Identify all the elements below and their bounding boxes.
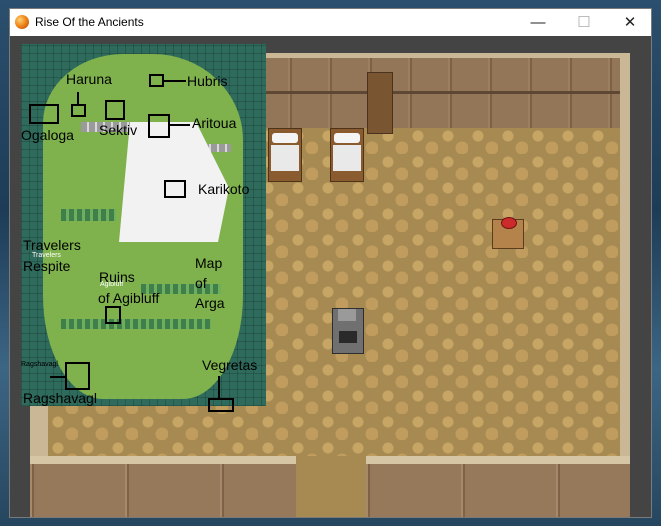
exit-path: [296, 456, 366, 517]
wooden-door: [367, 72, 393, 134]
world-map-overlay: Haruna Hubris Ogaloga Sektiv Aritoua Kar…: [21, 44, 266, 412]
map-label-vegretas: Vegretas: [202, 357, 258, 373]
minimize-button[interactable]: —: [515, 9, 561, 36]
bed-left: [268, 128, 302, 182]
bottom-wall-left: [30, 456, 296, 517]
title-bar[interactable]: Rise Of the Ancients — ☐ ✕: [10, 9, 651, 36]
map-label-ogaloga: Ogaloga: [21, 127, 74, 143]
map-label-aritoua: Aritoua: [192, 115, 237, 131]
map-label-hubris: Hubris: [187, 73, 228, 89]
map-title-line3: Arga: [195, 295, 225, 311]
maximize-button[interactable]: ☐: [561, 9, 607, 36]
window-title: Rise Of the Ancients: [35, 15, 144, 29]
location-marker-ruins-of-agibluff: [105, 306, 121, 324]
game-window: Rise Of the Ancients — ☐ ✕ Haruna Hubris…: [9, 8, 652, 518]
map-label-ruins-line1: Ruins: [99, 269, 135, 285]
map-label-respite: Respite: [23, 258, 71, 274]
game-viewport[interactable]: Haruna Hubris Ogaloga Sektiv Aritoua Kar…: [10, 36, 651, 517]
stone-stove: [332, 308, 364, 354]
map-forest: [61, 319, 211, 329]
close-button[interactable]: ✕: [607, 9, 651, 36]
map-label-ragshavagl: Ragshavagl: [23, 390, 97, 406]
location-marker-hubris: [149, 74, 164, 87]
location-marker-karikoto: [164, 180, 186, 198]
table-with-pot: [492, 217, 524, 249]
map-label-travelers: Travelers: [23, 237, 81, 253]
leader-line: [170, 124, 190, 126]
location-marker-ragshavagl: [65, 362, 90, 390]
map-label-ruins-line2: of Agibluff: [98, 290, 160, 306]
location-marker-haruna: [71, 104, 86, 117]
map-label-haruna: Haruna: [66, 71, 112, 87]
leader-line: [77, 92, 79, 104]
red-pot-icon: [501, 217, 517, 229]
app-orb-icon: [15, 15, 29, 29]
location-marker-aritoua: [148, 114, 170, 138]
map-forest: [61, 209, 116, 221]
bed-right: [330, 128, 364, 182]
map-label-sektiv: Sektiv: [99, 122, 138, 138]
leader-line: [164, 80, 186, 82]
map-title-line1: Map: [195, 255, 223, 271]
leader-line: [218, 376, 220, 398]
map-label-karikoto: Karikoto: [198, 181, 250, 197]
location-marker-sektiv: [105, 100, 125, 120]
leader-line: [50, 376, 65, 378]
location-marker-vegretas: [208, 398, 234, 412]
location-marker-ogaloga: [29, 104, 59, 124]
map-title-line2: of: [195, 275, 207, 291]
bottom-wall-right: [366, 456, 630, 517]
map-small-label-ragshavagl: Ragshavagl: [21, 361, 58, 368]
